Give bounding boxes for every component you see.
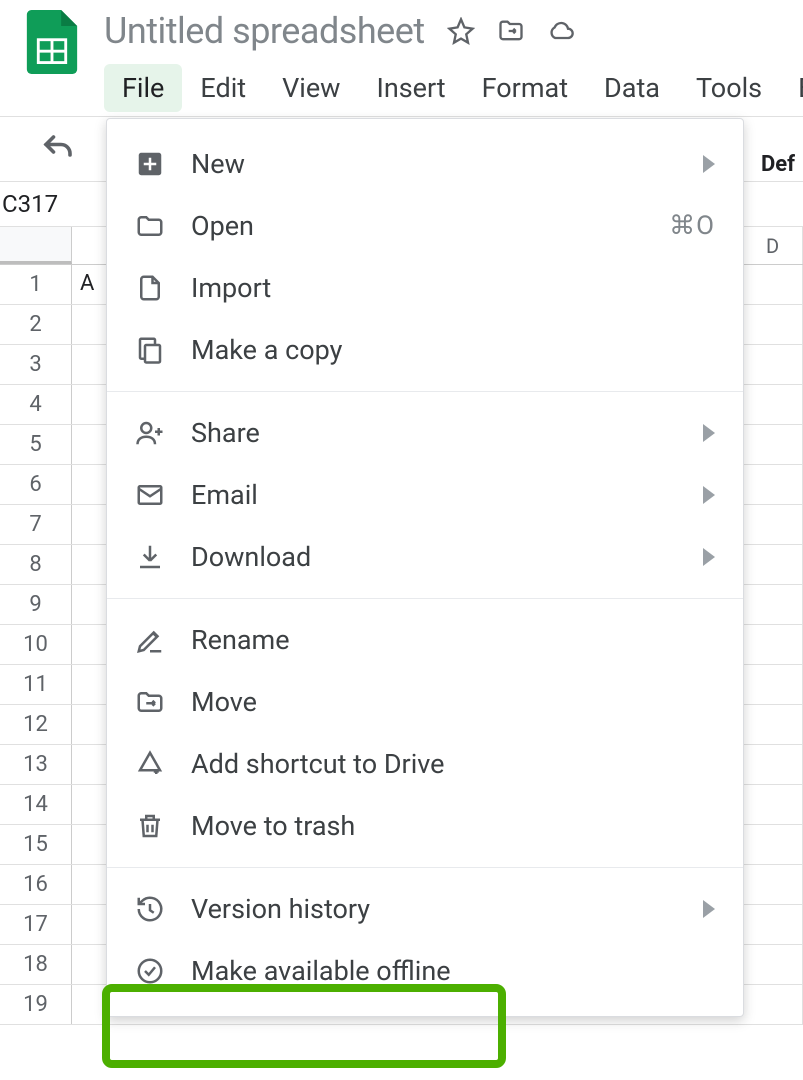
menubar: File Edit View Insert Format Data Tools … [104,64,803,112]
move-folder-icon[interactable] [497,17,525,45]
row-header[interactable]: 9 [0,585,72,624]
row-header[interactable]: 11 [0,665,72,704]
menu-insert[interactable]: Insert [358,64,463,112]
menu-import-label: Import [191,272,715,304]
menu-offline-label: Make available offline [191,955,715,987]
menu-edit[interactable]: Edit [182,64,264,112]
drive-shortcut-icon [135,749,165,779]
history-icon [135,894,165,924]
column-header-d[interactable]: D [743,227,803,264]
menu-download[interactable]: Download [107,526,743,588]
menu-version-history[interactable]: Version history [107,878,743,940]
move-icon [135,687,165,717]
menu-extensions-partial[interactable]: Ext [780,64,803,112]
menu-separator [107,867,743,868]
menu-rename-label: Rename [191,624,715,656]
menu-make-copy-label: Make a copy [191,334,715,366]
document-title[interactable]: Untitled spreadsheet [104,10,425,52]
row-header[interactable]: 19 [0,985,72,1024]
file-dropdown-menu: New Open ⌘O Import Make a copy Share Ema… [106,118,744,1017]
menu-open[interactable]: Open ⌘O [107,195,743,257]
menu-make-available-offline[interactable]: Make available offline [107,940,743,1002]
submenu-arrow-icon [703,155,715,173]
menu-trash-label: Move to trash [191,810,715,842]
file-icon [135,273,165,303]
menu-tools[interactable]: Tools [678,64,780,112]
open-shortcut: ⌘O [669,211,715,241]
menu-make-copy[interactable]: Make a copy [107,319,743,381]
menu-data[interactable]: Data [586,64,678,112]
menu-share-label: Share [191,417,677,449]
offline-icon [135,956,165,986]
menu-view[interactable]: View [264,64,358,112]
menu-format[interactable]: Format [464,64,586,112]
menu-share[interactable]: Share [107,402,743,464]
row-header[interactable]: 6 [0,465,72,504]
menu-new[interactable]: New [107,133,743,195]
folder-icon [135,211,165,241]
menu-file[interactable]: File [104,64,182,112]
row-header[interactable]: 17 [0,905,72,944]
trash-icon [135,811,165,841]
menu-trash[interactable]: Move to trash [107,795,743,857]
row-header[interactable]: 5 [0,425,72,464]
sheets-logo-icon[interactable] [24,10,80,74]
submenu-arrow-icon [703,424,715,442]
menu-email[interactable]: Email [107,464,743,526]
email-icon [135,480,165,510]
row-header[interactable]: 10 [0,625,72,664]
row-header[interactable]: 15 [0,825,72,864]
download-icon [135,542,165,572]
menu-add-shortcut-label: Add shortcut to Drive [191,748,715,780]
row-header[interactable]: 18 [0,945,72,984]
row-header[interactable]: 16 [0,865,72,904]
menu-open-label: Open [191,210,643,242]
submenu-arrow-icon [703,548,715,566]
row-header[interactable]: 13 [0,745,72,784]
row-header[interactable]: 8 [0,545,72,584]
select-all-corner[interactable] [0,227,72,264]
menu-download-label: Download [191,541,677,573]
submenu-arrow-icon [703,900,715,918]
menu-separator [107,391,743,392]
row-header[interactable]: 12 [0,705,72,744]
row-header[interactable]: 1 [0,265,72,304]
person-add-icon [135,418,165,448]
menu-email-label: Email [191,479,677,511]
undo-icon[interactable] [40,131,76,167]
font-selector-partial[interactable]: Def [761,152,795,177]
row-header[interactable]: 2 [0,305,72,344]
row-header[interactable]: 4 [0,385,72,424]
row-header[interactable]: 14 [0,785,72,824]
new-sheet-icon [135,149,165,179]
menu-version-history-label: Version history [191,893,677,925]
row-header[interactable]: 3 [0,345,72,384]
name-box[interactable]: C317 [0,190,70,218]
menu-import[interactable]: Import [107,257,743,319]
app-header: Untitled spreadsheet File Edit View Inse… [0,0,803,112]
menu-rename[interactable]: Rename [107,609,743,671]
menu-new-label: New [191,148,677,180]
star-icon[interactable] [447,17,475,45]
row-header[interactable]: 7 [0,505,72,544]
copy-icon [135,335,165,365]
rename-icon [135,625,165,655]
cloud-status-icon[interactable] [547,17,575,45]
menu-separator [107,598,743,599]
menu-add-shortcut[interactable]: Add shortcut to Drive [107,733,743,795]
menu-move[interactable]: Move [107,671,743,733]
submenu-arrow-icon [703,486,715,504]
menu-move-label: Move [191,686,715,718]
